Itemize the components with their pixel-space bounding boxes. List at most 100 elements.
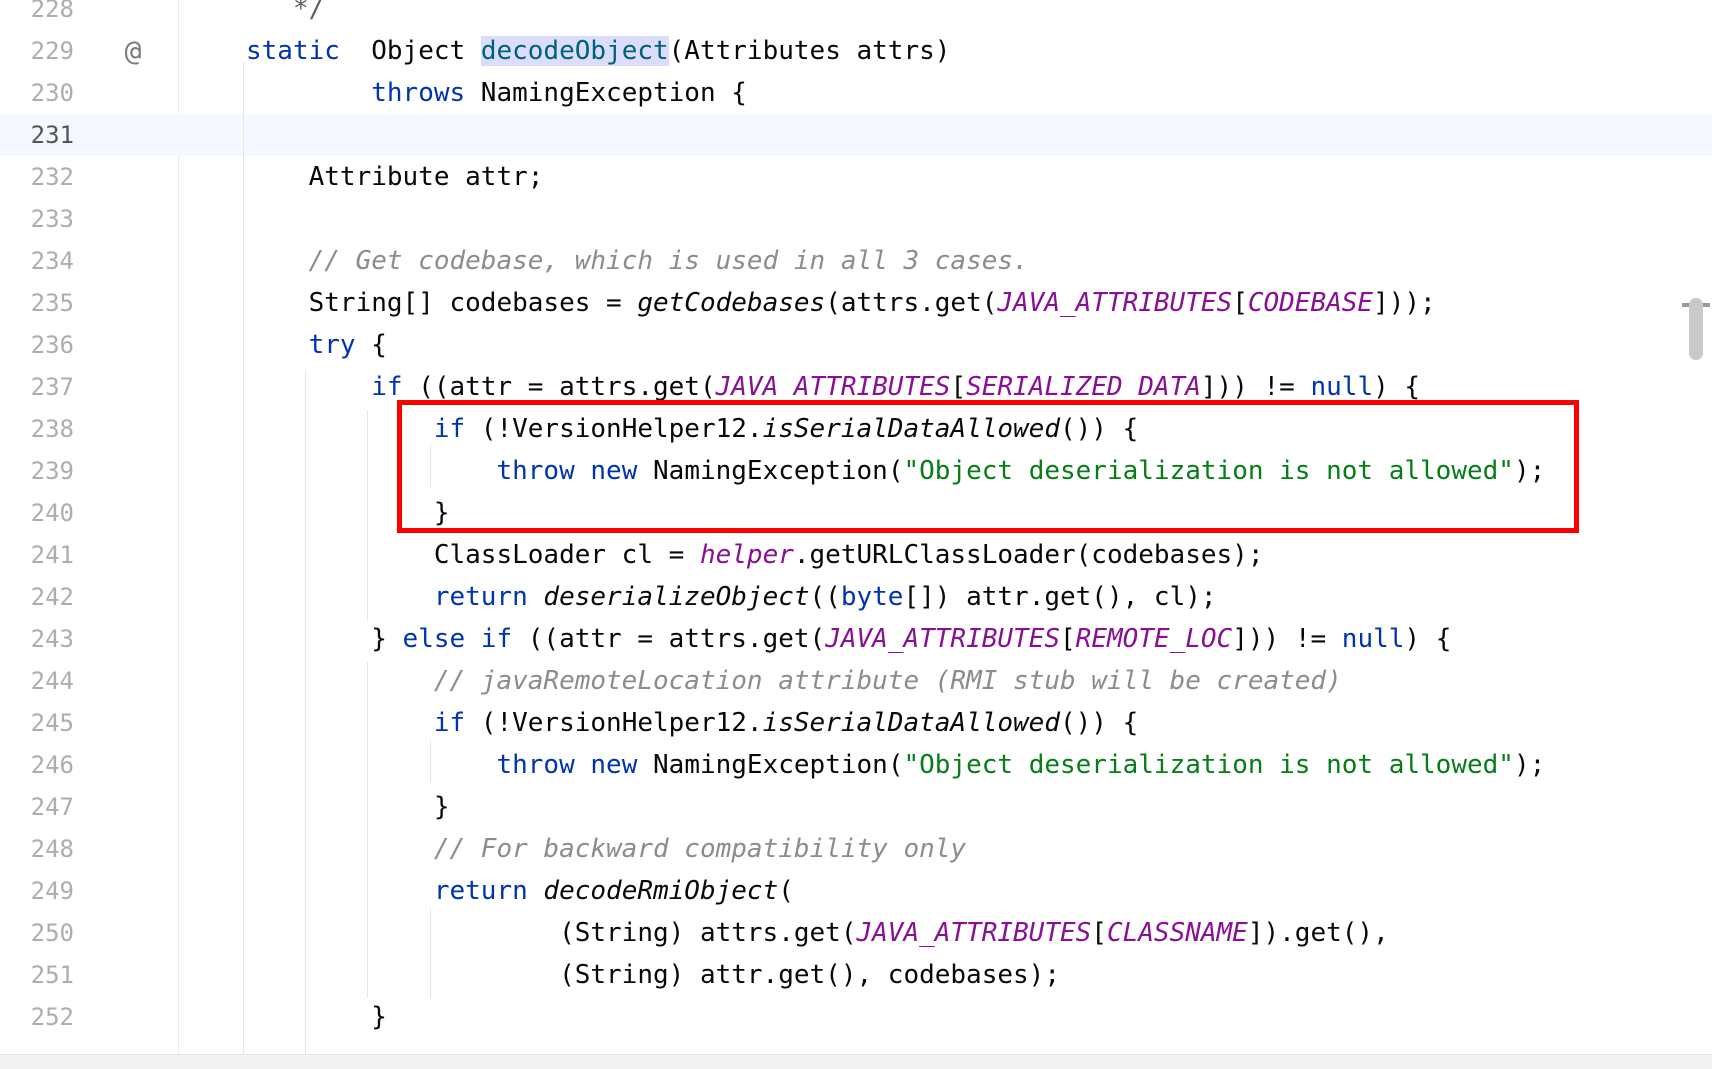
line-number[interactable]: 247 (0, 786, 74, 828)
code-line[interactable]: 228 */ (0, 0, 1712, 30)
horizontal-scrollbar[interactable] (0, 1054, 1712, 1069)
code-line[interactable]: 248 // For backward compatibility only (0, 828, 1712, 870)
code-token: Attribute attr; (246, 162, 544, 192)
code-token: [ (950, 372, 967, 402)
code-token: null (1310, 372, 1374, 402)
line-number[interactable]: 243 (0, 618, 74, 660)
code-text[interactable]: // javaRemoteLocation attribute (RMI stu… (246, 660, 1342, 702)
line-number[interactable]: 252 (0, 996, 74, 1038)
line-number[interactable]: 230 (0, 72, 74, 114)
code-line[interactable]: 252 } (0, 996, 1712, 1038)
line-number[interactable]: 244 (0, 660, 74, 702)
line-number[interactable]: 236 (0, 324, 74, 366)
code-token: .getURLClassLoader(codebases); (793, 540, 1264, 570)
line-number[interactable]: 240 (0, 492, 74, 534)
line-number[interactable]: 249 (0, 870, 74, 912)
code-token: ClassLoader cl = (246, 540, 700, 570)
code-text[interactable]: } (246, 996, 387, 1038)
code-line[interactable]: 236 try { (0, 324, 1712, 366)
code-token: byte (840, 582, 904, 612)
code-token: new (590, 750, 638, 780)
code-line[interactable]: 235 String[] codebases = getCodebases(at… (0, 282, 1712, 324)
code-line[interactable]: 241 ClassLoader cl = helper.getURLClassL… (0, 534, 1712, 576)
code-token: String[] codebases = (246, 288, 638, 318)
code-token: if (433, 708, 466, 738)
code-token: [ (1232, 288, 1248, 318)
line-number[interactable]: 235 (0, 282, 74, 324)
code-token: null (1341, 624, 1405, 654)
line-number[interactable]: 241 (0, 534, 74, 576)
line-number[interactable]: 229 (0, 30, 74, 72)
override-marker-icon[interactable]: @ (118, 30, 148, 72)
code-line[interactable]: 242 return deserializeObject((byte[]) at… (0, 576, 1712, 618)
code-token: decodeRmiObject (543, 876, 779, 906)
code-text[interactable]: return deserializeObject((byte[]) attr.g… (246, 576, 1217, 618)
code-token: (Attributes attrs) (668, 36, 951, 66)
code-token: } (246, 792, 450, 822)
code-token: ()) { (1060, 708, 1139, 738)
line-number[interactable]: 231 (0, 114, 74, 156)
code-text[interactable]: try { (246, 324, 387, 366)
code-line[interactable]: 229 @ static Object decodeObject(Attribute… (0, 30, 1712, 72)
line-number[interactable]: 232 (0, 156, 74, 198)
code-token: } (246, 1002, 387, 1032)
code-text[interactable]: // Get codebase, which is used in all 3 … (246, 240, 1029, 282)
code-token: isSerialDataAllowed (762, 708, 1060, 738)
code-line[interactable]: 232 Attribute attr; (0, 156, 1712, 198)
line-number[interactable]: 239 (0, 450, 74, 492)
line-number[interactable]: 237 (0, 366, 74, 408)
code-text[interactable]: throws NamingException { (246, 72, 747, 114)
code-token: throws (371, 78, 466, 108)
code-token: // javaRemoteLocation attribute (RMI stu… (433, 666, 1342, 696)
code-line[interactable]: 246 throw new NamingException("Object de… (0, 744, 1712, 786)
line-number[interactable]: 250 (0, 912, 74, 954)
code-line[interactable]: 244 // javaRemoteLocation attribute (RMI… (0, 660, 1712, 702)
line-number[interactable]: 238 (0, 408, 74, 450)
code-text[interactable]: Attribute attr; (246, 156, 544, 198)
code-line[interactable]: 245 if (!VersionHelper12.isSerialDataAll… (0, 702, 1712, 744)
line-number[interactable]: 251 (0, 954, 74, 996)
line-number[interactable]: 246 (0, 744, 74, 786)
code-line[interactable]: 251 (String) attr.get(), codebases); (0, 954, 1712, 996)
code-text[interactable]: return decodeRmiObject( (246, 870, 794, 912)
line-number[interactable]: 242 (0, 576, 74, 618)
line-number[interactable]: 228 (0, 0, 74, 30)
line-number[interactable]: 245 (0, 702, 74, 744)
vertical-scrollbar-thumb[interactable] (1689, 298, 1703, 360)
code-line[interactable]: 233 (0, 198, 1712, 240)
code-text[interactable]: // For backward compatibility only (246, 828, 966, 870)
code-editor[interactable]: 228 */229 @ static Object decodeObject(Att… (0, 0, 1712, 1069)
code-token: if (371, 372, 403, 402)
line-number[interactable]: 233 (0, 198, 74, 240)
code-token: // For backward compatibility only (433, 834, 967, 864)
code-line[interactable]: 234 // Get codebase, which is used in al… (0, 240, 1712, 282)
code-token: { (355, 330, 387, 360)
code-token: // Get codebase, which is used in all 3 … (308, 246, 1029, 276)
code-token: try (308, 330, 356, 360)
code-text[interactable]: if (!VersionHelper12.isSerialDataAllowed… (246, 702, 1138, 744)
line-number[interactable]: 248 (0, 828, 74, 870)
indent-guide (430, 908, 431, 998)
code-token: getCodebases (637, 288, 826, 318)
code-text[interactable]: static Object decodeObject(Attributes at… (246, 30, 950, 72)
code-text[interactable]: (String) attrs.get(JAVA_ATTRIBUTES[CLASS… (246, 912, 1389, 954)
code-text[interactable]: } else if ((attr = attrs.get(JAVA_ATTRIB… (246, 618, 1451, 660)
code-text[interactable]: */ (246, 0, 324, 30)
code-line[interactable]: 247 } (0, 786, 1712, 828)
code-text[interactable]: ClassLoader cl = helper.getURLClassLoade… (246, 534, 1264, 576)
code-line[interactable]: 243 } else if ((attr = attrs.get(JAVA_AT… (0, 618, 1712, 660)
code-token: return (433, 876, 528, 906)
code-line[interactable]: 231 (0, 114, 1712, 156)
code-text[interactable]: String[] codebases = getCodebases(attrs.… (246, 282, 1436, 324)
code-line[interactable]: 249 return decodeRmiObject( (0, 870, 1712, 912)
code-text[interactable]: } (246, 786, 450, 828)
code-line[interactable]: 230 throws NamingException { (0, 72, 1712, 114)
code-text[interactable]: (String) attr.get(), codebases); (246, 954, 1060, 996)
code-text[interactable]: throw new NamingException("Object deseri… (246, 744, 1545, 786)
line-number[interactable]: 234 (0, 240, 74, 282)
code-line[interactable]: 250 (String) attrs.get(JAVA_ATTRIBUTES[C… (0, 912, 1712, 954)
code-token: JAVA_ATTRIBUTES (715, 372, 951, 402)
